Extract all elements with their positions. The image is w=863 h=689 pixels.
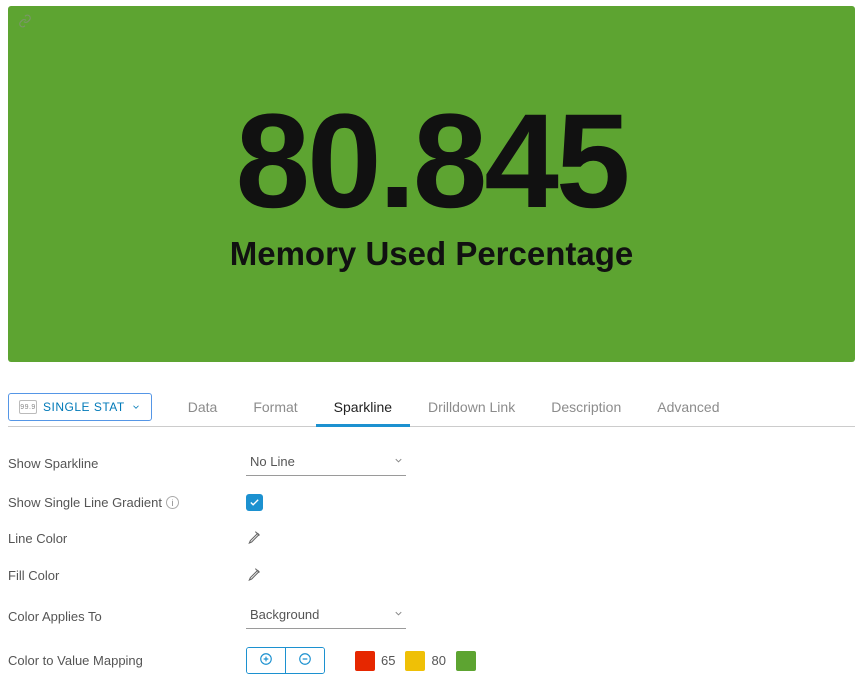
row-show-gradient: Show Single Line Gradient i — [8, 485, 855, 520]
color-mapping-value: 80 — [431, 653, 445, 668]
row-show-sparkline: Show Sparkline No Line — [8, 441, 855, 485]
row-fill-color: Fill Color — [8, 557, 855, 594]
tab-data[interactable]: Data — [170, 389, 236, 427]
viz-type-dropdown[interactable]: 99.9 SINGLE STAT — [8, 393, 152, 421]
add-mapping-button[interactable] — [247, 648, 285, 673]
label-line-color: Line Color — [8, 531, 246, 546]
label-show-sparkline: Show Sparkline — [8, 456, 246, 471]
select-color-applies-to-value: Background — [250, 607, 319, 622]
stat-value: 80.845 — [236, 95, 628, 229]
eyedropper-icon[interactable] — [246, 529, 262, 548]
tab-row: 99.9 SINGLE STAT DataFormatSparklineDril… — [8, 388, 855, 427]
tab-format[interactable]: Format — [235, 389, 315, 427]
checkbox-show-gradient[interactable] — [246, 494, 263, 511]
select-show-sparkline[interactable]: No Line — [246, 450, 406, 476]
chevron-down-icon — [393, 454, 404, 469]
chevron-down-icon — [393, 607, 404, 622]
color-swatch[interactable] — [355, 651, 375, 671]
tab-description[interactable]: Description — [533, 389, 639, 427]
label-fill-color: Fill Color — [8, 568, 246, 583]
label-show-gradient: Show Single Line Gradient i — [8, 495, 246, 510]
color-mapping-add-remove — [246, 647, 325, 674]
color-mapping-item[interactable]: 80 — [405, 651, 445, 671]
color-swatch[interactable] — [405, 651, 425, 671]
color-mapping-item[interactable]: 65 — [355, 651, 395, 671]
chevron-down-icon — [131, 402, 141, 412]
row-color-mapping: Color to Value Mapping 65 80 — [8, 638, 855, 683]
eyedropper-icon[interactable] — [246, 566, 262, 585]
stat-label: Memory Used Percentage — [230, 235, 634, 273]
info-icon[interactable]: i — [166, 496, 179, 509]
row-line-color: Line Color — [8, 520, 855, 557]
tab-sparkline[interactable]: Sparkline — [316, 389, 410, 427]
row-color-applies-to: Color Applies To Background — [8, 594, 855, 638]
tab-drilldown-link[interactable]: Drilldown Link — [410, 389, 533, 427]
viz-type-icon: 99.9 — [19, 400, 37, 414]
form-area: Show Sparkline No Line Show Single Line … — [8, 441, 855, 683]
label-color-mapping: Color to Value Mapping — [8, 653, 246, 668]
color-mapping-list: 65 80 — [355, 651, 476, 671]
select-show-sparkline-value: No Line — [250, 454, 295, 469]
remove-mapping-button[interactable] — [285, 648, 324, 673]
viz-type-label: SINGLE STAT — [43, 400, 125, 414]
stat-panel: 80.845 Memory Used Percentage — [8, 6, 855, 362]
label-color-applies-to: Color Applies To — [8, 609, 246, 624]
color-mapping-item[interactable] — [456, 651, 476, 671]
label-show-gradient-text: Show Single Line Gradient — [8, 495, 162, 510]
tab-advanced[interactable]: Advanced — [639, 389, 737, 427]
select-color-applies-to[interactable]: Background — [246, 603, 406, 629]
color-mapping-value: 65 — [381, 653, 395, 668]
link-icon[interactable] — [18, 14, 32, 31]
color-swatch[interactable] — [456, 651, 476, 671]
